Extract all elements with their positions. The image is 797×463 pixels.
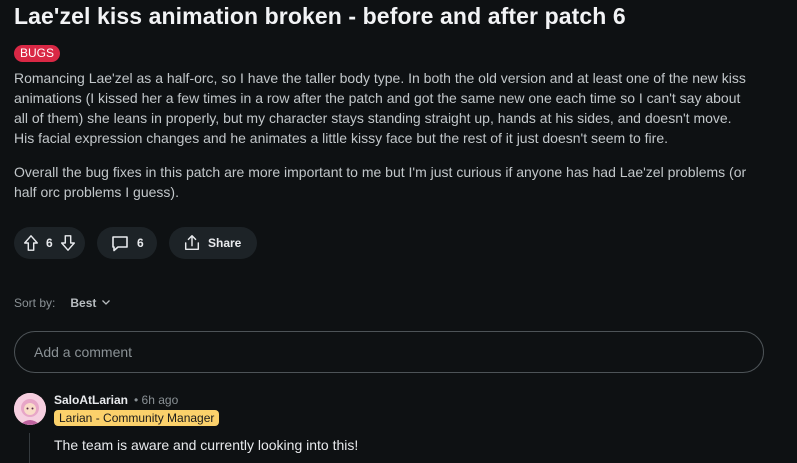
comment-meta: SaloAtLarian • 6h ago — [54, 393, 178, 407]
downvote-icon[interactable] — [59, 234, 77, 252]
share-button[interactable]: Share — [169, 227, 257, 259]
comment-count: 6 — [137, 236, 144, 250]
avatar[interactable] — [14, 393, 46, 425]
comment-author[interactable]: SaloAtLarian — [54, 393, 128, 407]
user-flair: Larian - Community Manager — [54, 410, 220, 426]
sort-control: Sort by: Best — [14, 296, 111, 310]
comments-button[interactable]: 6 — [97, 227, 157, 259]
vote-control: 6 — [14, 227, 85, 259]
sort-value[interactable]: Best — [70, 296, 96, 310]
share-label: Share — [208, 236, 242, 250]
comment-text: The team is aware and currently looking … — [54, 437, 359, 453]
post-paragraph: Romancing Lae'zel as a half-orc, so I ha… — [14, 70, 746, 146]
post-flair[interactable]: BUGS — [14, 45, 61, 62]
add-comment-box[interactable] — [14, 331, 764, 373]
post-title: Lae'zel kiss animation broken - before a… — [14, 3, 626, 29]
post-paragraph: Overall the bug fixes in this patch are … — [14, 164, 747, 200]
comment-icon — [110, 233, 130, 253]
sort-label: Sort by: — [14, 296, 56, 310]
chevron-down-icon[interactable] — [96, 296, 111, 310]
share-icon — [183, 234, 201, 252]
thread-line[interactable] — [29, 433, 30, 463]
comment-input[interactable] — [32, 343, 736, 361]
upvote-icon[interactable] — [22, 234, 40, 252]
comment-time: • 6h ago — [134, 393, 179, 407]
vote-count: 6 — [46, 236, 53, 250]
post-body: Romancing Lae'zel as a half-orc, so I ha… — [14, 68, 754, 216]
